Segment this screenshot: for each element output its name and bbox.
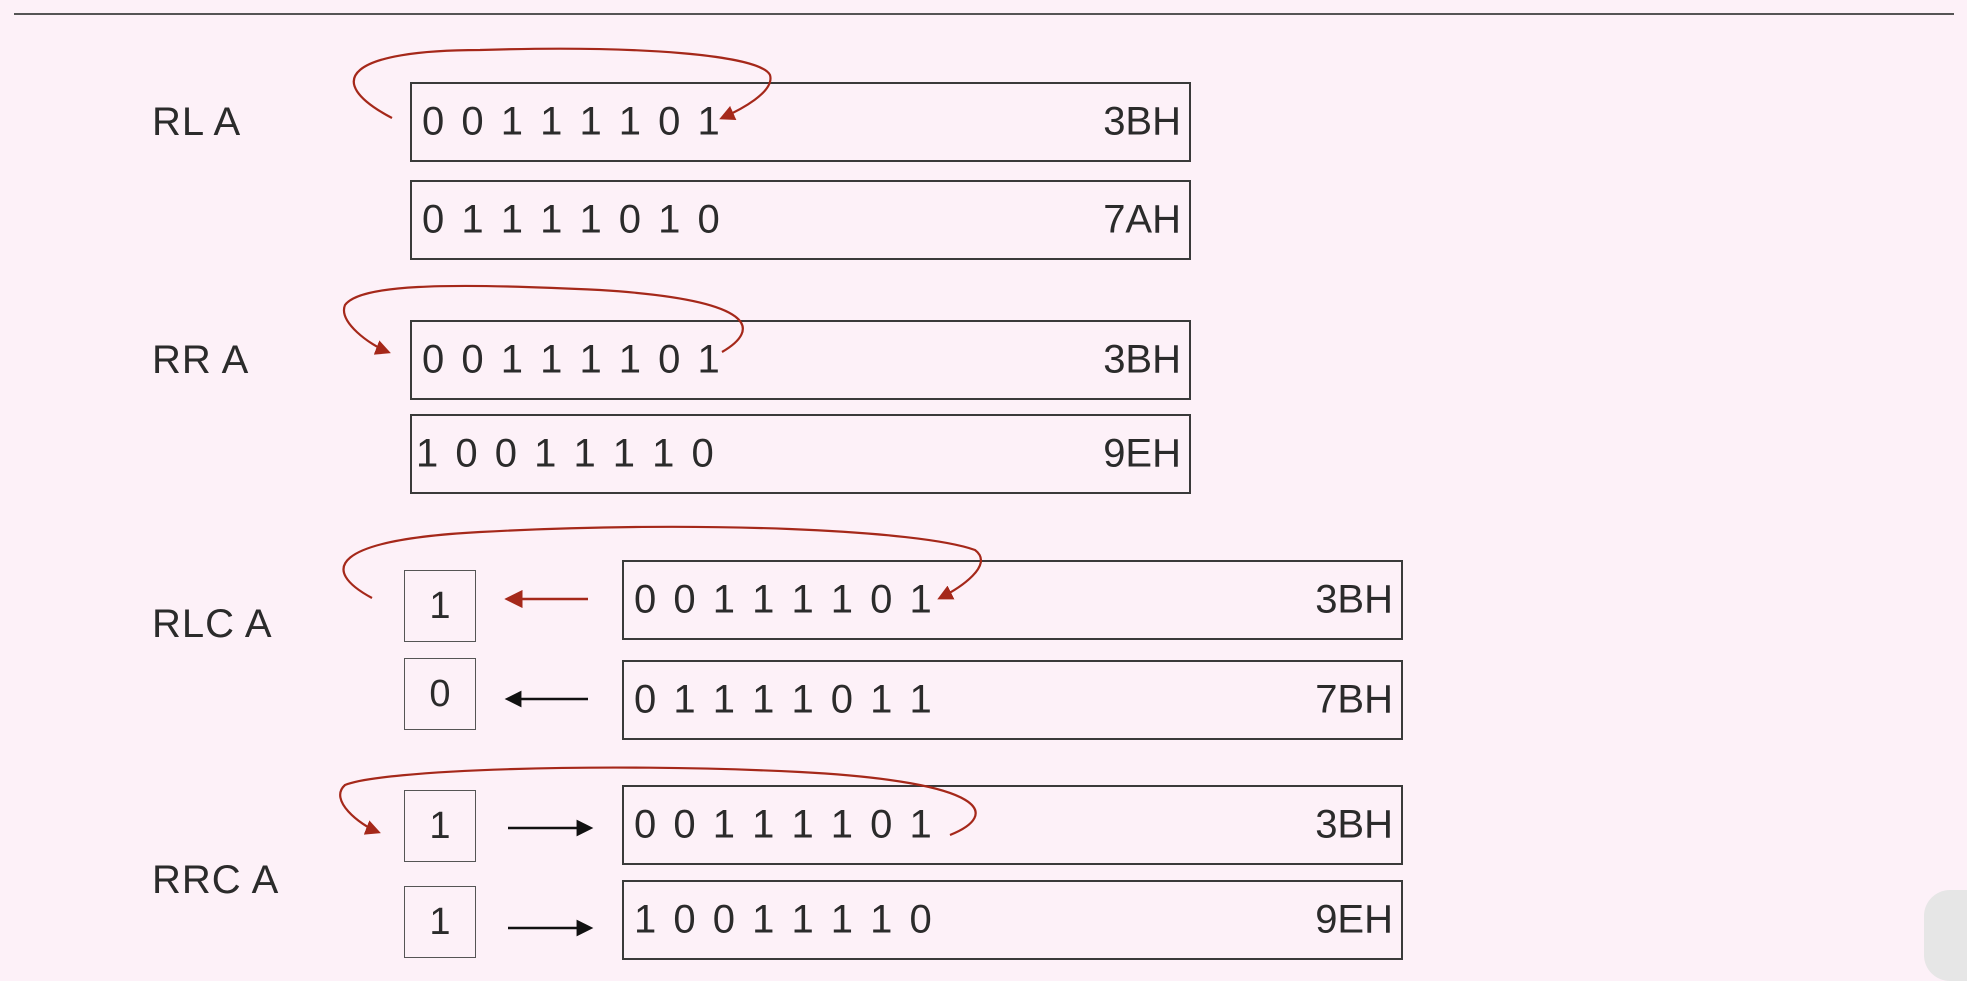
corner-widget-icon[interactable] <box>1924 890 1967 981</box>
rl-rotate-arrow <box>352 47 772 121</box>
arrows-overlay <box>339 47 983 937</box>
rr-rotate-arrow <box>342 284 744 355</box>
rlc-rotate-arrow <box>342 525 983 600</box>
rrc-rotate-arrow <box>339 766 977 837</box>
